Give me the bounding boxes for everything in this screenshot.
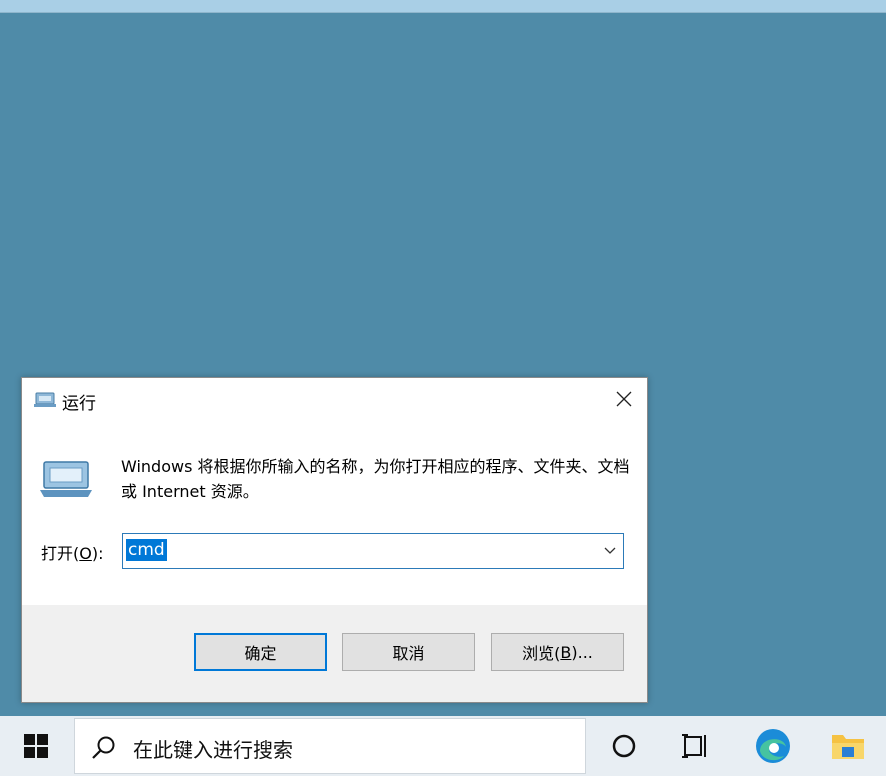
search-placeholder: 在此键入进行搜索 (133, 738, 293, 762)
search-icon (92, 736, 115, 759)
file-explorer-button[interactable] (820, 716, 876, 776)
run-program-icon (40, 461, 92, 497)
dialog-titlebar[interactable]: 运行 (22, 378, 647, 420)
dialog-description: Windows 将根据你所输入的名称，为你打开相应的程序、文件夹、文档或 Int… (121, 457, 630, 501)
cortana-button[interactable] (596, 716, 652, 776)
taskbar: 在此键入进行搜索 (0, 716, 886, 776)
browse-button[interactable]: 浏览(B)... (491, 633, 624, 671)
cortana-icon (612, 734, 636, 758)
task-view-icon (682, 734, 706, 758)
top-window-edge (0, 0, 886, 13)
edge-button[interactable] (745, 716, 801, 776)
file-explorer-icon (832, 735, 864, 759)
start-button[interactable] (0, 716, 72, 776)
command-input[interactable]: cmd (122, 533, 624, 569)
ok-button[interactable]: 确定 (194, 633, 327, 671)
taskbar-search-box[interactable]: 在此键入进行搜索 (74, 718, 586, 774)
chevron-down-icon[interactable] (603, 543, 617, 557)
edge-icon (756, 729, 790, 763)
task-view-button[interactable] (668, 716, 724, 776)
open-label: 打开(O): (41, 544, 104, 563)
close-button[interactable] (601, 378, 647, 420)
close-icon (616, 391, 632, 407)
run-dialog: 运行 Windows 将根据你所输入的名称，为你打开相应的程序、文件夹、文档或 … (21, 377, 648, 703)
command-value[interactable]: cmd (126, 539, 167, 561)
dialog-title: 运行 (62, 394, 96, 414)
run-icon (34, 392, 56, 407)
windows-start-icon (24, 734, 48, 758)
cancel-button[interactable]: 取消 (342, 633, 475, 671)
